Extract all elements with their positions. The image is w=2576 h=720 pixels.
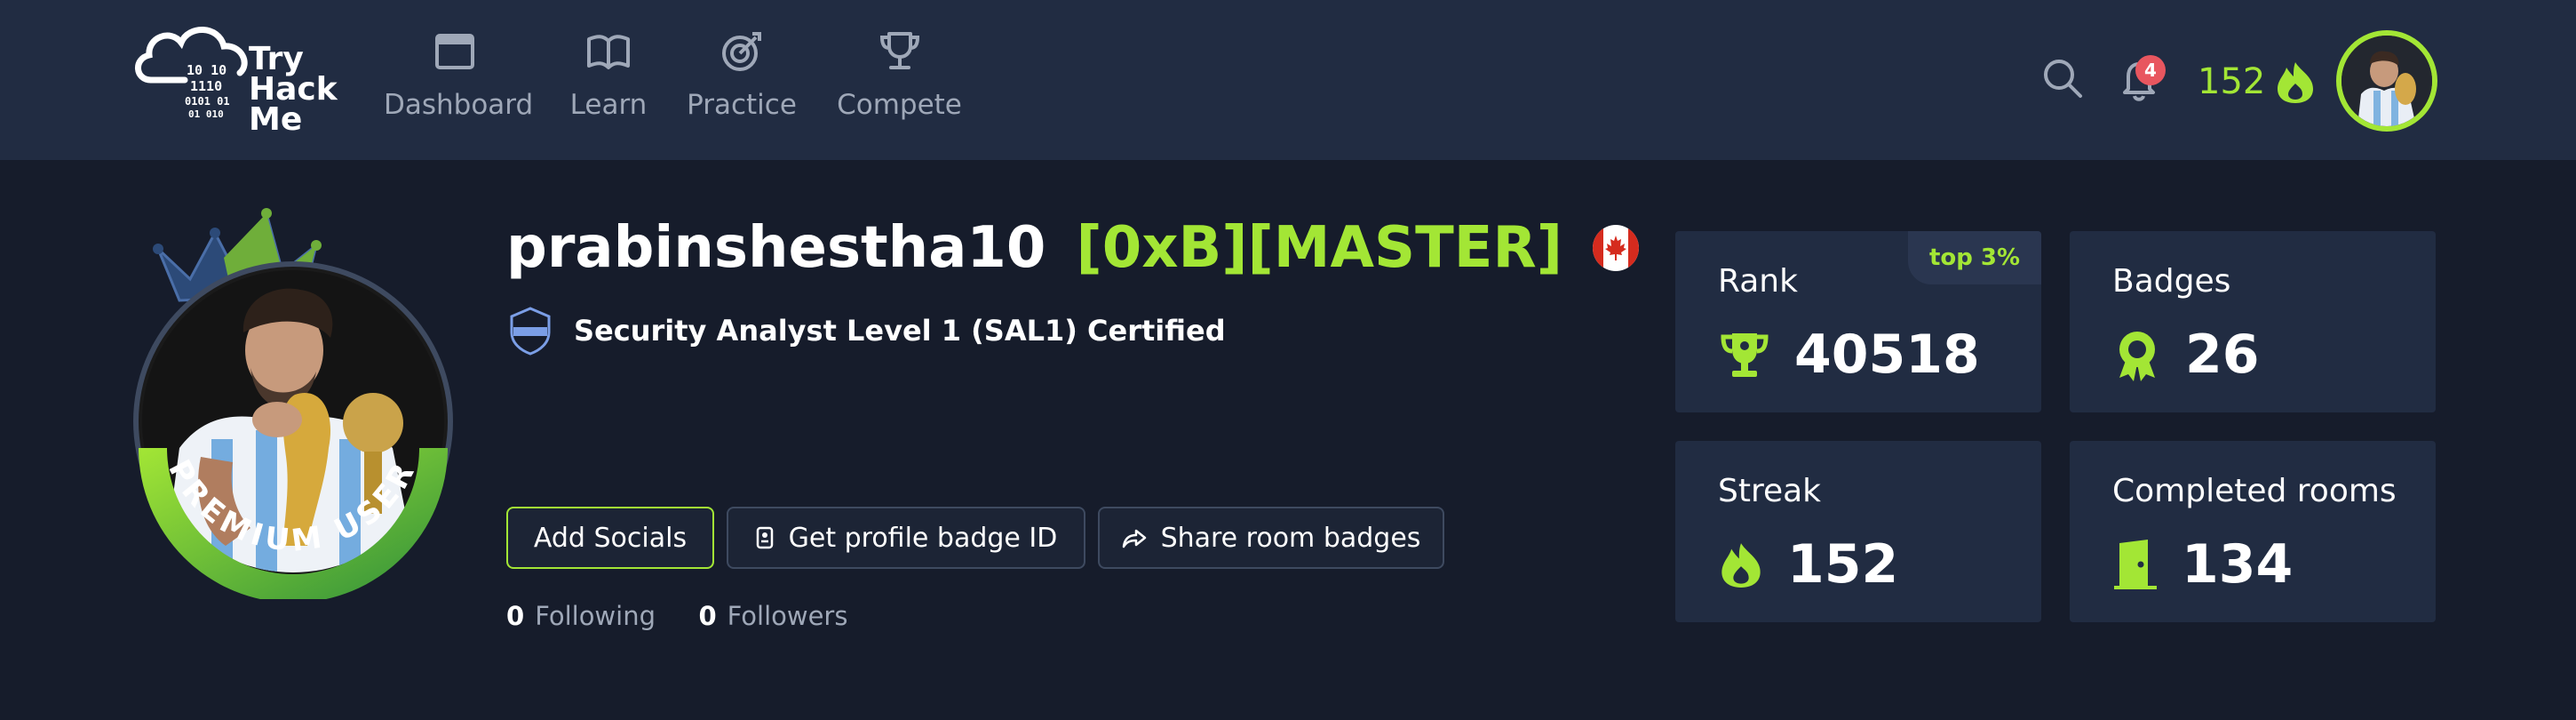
streak-card: Streak 152 [1675, 441, 2041, 622]
certification-label: Security Analyst Level 1 (SAL1) Certifie… [574, 314, 1226, 348]
followers-count: 0 [698, 601, 717, 631]
search-icon [2044, 60, 2082, 98]
header-streak-count: 152 [2198, 61, 2266, 102]
rank-card: top 3% Rank 40518 [1675, 231, 2041, 412]
completed-rooms-card: Completed rooms 134 [2070, 441, 2436, 622]
nav-dashboard[interactable]: Dashboard [384, 27, 534, 133]
svg-text:1110: 1110 [190, 78, 222, 94]
username: prabinshestha10 [506, 215, 1046, 281]
streak-value-row: 152 [1718, 533, 1898, 596]
followers-label: Followers [727, 601, 848, 631]
profile-name-row: prabinshestha10 [0xB][MASTER] [506, 208, 1640, 288]
trophy-icon [1721, 333, 1769, 377]
get-profile-badge-id-button[interactable]: Get profile badge ID [727, 507, 1085, 569]
header-streak[interactable]: 152 [2198, 55, 2317, 108]
completed-rooms-value-row: 134 [2112, 533, 2293, 596]
share-room-badges-button[interactable]: Share room badges [1098, 507, 1444, 569]
top-percent-pill: top 3% [1908, 231, 2041, 284]
certification-row: Security Analyst Level 1 (SAL1) Certifie… [508, 304, 1226, 357]
cloud-logo-icon: 10 10 1110 0101 01 01 010 [135, 27, 248, 120]
logo-line: Hack [249, 71, 338, 108]
canada-flag-icon [1592, 225, 1640, 271]
badges-card: Badges 26 [2070, 231, 2436, 412]
logo-wordmark: Try Hack Me [249, 41, 338, 138]
flame-icon [1721, 543, 1761, 588]
nav-practice[interactable]: Practice [684, 27, 799, 133]
rank-label: Rank [1718, 263, 1798, 300]
logo-binary-1: 10 10 [187, 62, 227, 78]
nav-dashboard-label: Dashboard [384, 89, 534, 121]
user-avatar-button[interactable] [2336, 30, 2437, 132]
door-icon [2114, 540, 2157, 589]
streak-label: Streak [1718, 473, 1822, 509]
shield-icon [510, 307, 551, 356]
share-room-badges-label: Share room badges [1160, 522, 1421, 554]
trophy-icon [879, 32, 919, 69]
dashboard-icon [435, 34, 474, 69]
rank-tag: [0xB][MASTER] [1076, 215, 1562, 281]
logo-line: Me [249, 101, 303, 138]
following-label: Following [535, 601, 656, 631]
target-icon [722, 32, 761, 71]
rank-value: 40518 [1794, 324, 1980, 386]
add-socials-label: Add Socials [533, 522, 688, 554]
completed-rooms-value: 134 [2182, 533, 2294, 596]
share-icon [1122, 529, 1146, 548]
logo-line: Try [249, 41, 304, 77]
profile-picture-image: PREMIUM USER [133, 208, 453, 603]
badges-value-row: 26 [2112, 324, 2260, 386]
search-button[interactable] [2039, 55, 2087, 103]
badge-rosette-icon [2119, 332, 2155, 381]
nav-compete[interactable]: Compete [835, 27, 964, 133]
nav-learn-label: Learn [569, 89, 648, 121]
avatar-image [2341, 36, 2432, 126]
flame-icon [2278, 62, 2314, 103]
tryhackme-logo[interactable]: 10 10 1110 0101 01 01 010 Try Hack Me [131, 18, 345, 142]
followers-link[interactable]: 0 Followers [698, 601, 847, 631]
following-count: 0 [506, 601, 525, 631]
top-navigation-bar: 10 10 1110 0101 01 01 010 Try Hack Me Da… [0, 0, 2576, 160]
id-badge-icon [756, 526, 773, 549]
rank-value-row: 40518 [1718, 324, 1980, 386]
follow-stats: 0 Following 0 Followers [506, 601, 847, 631]
nav-learn[interactable]: Learn [560, 27, 657, 133]
notification-count-badge: 4 [2135, 55, 2166, 85]
get-profile-badge-id-label: Get profile badge ID [788, 522, 1058, 554]
nav-compete-label: Compete [837, 89, 962, 121]
following-link[interactable]: 0 Following [506, 601, 656, 631]
badges-value: 26 [2185, 324, 2260, 386]
nav-practice-label: Practice [687, 89, 797, 121]
book-icon [587, 35, 630, 69]
streak-value: 152 [1787, 533, 1899, 596]
completed-rooms-label: Completed rooms [2112, 473, 2397, 509]
svg-text:01 010: 01 010 [188, 108, 224, 120]
svg-text:0101 01: 0101 01 [185, 95, 230, 108]
add-socials-button[interactable]: Add Socials [506, 507, 714, 569]
profile-picture[interactable]: PREMIUM USER [126, 190, 464, 603]
badges-label: Badges [2112, 263, 2231, 300]
